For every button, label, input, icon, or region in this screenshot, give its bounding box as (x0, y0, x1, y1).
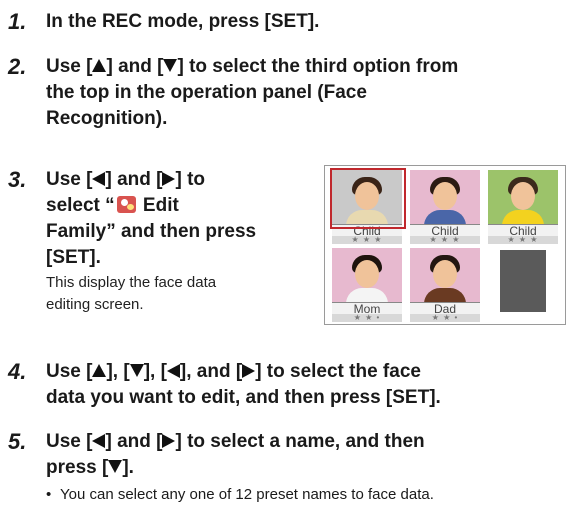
step-text: In the REC mode, press [SET]. (46, 11, 320, 32)
step-line: Recognition). (46, 108, 168, 129)
step-number: 4. (8, 359, 27, 384)
step-line: Use [] and [] to select the third option… (46, 56, 459, 77)
bullet-icon: • (46, 486, 52, 503)
step-line: press []. (46, 455, 425, 481)
priority-stars: ★ ★ • (410, 314, 480, 322)
step-number: 3. (8, 167, 27, 192)
step-line: the top in the operation panel (Face (46, 82, 367, 103)
step-text: Use [ ], [ ], [ ], and [ ] to select the fac… (46, 359, 441, 411)
text-fragment: ], and [ (179, 361, 243, 382)
left-arrow-icon (92, 171, 106, 186)
face-photo (410, 248, 480, 302)
text-fragment: Use [ (46, 361, 93, 382)
bullet-list: • You can select any one of 12 preset nam… (46, 485, 434, 505)
down-arrow-icon (163, 59, 178, 73)
face-data-edit-screen: Child ★ ★ ★ Child ★ ★ ★ Child ★ ★ ★ Mom ★ ★ • Da… (324, 165, 566, 325)
right-arrow-icon (162, 433, 176, 448)
text-fragment: ] to select a name, and then (175, 431, 425, 452)
down-arrow-icon (108, 460, 123, 474)
step-line: data you want to edit, and then press [S… (46, 387, 441, 408)
face-data-tile[interactable]: Dad ★ ★ • (407, 246, 483, 322)
priority-stars: ★ ★ • (332, 314, 402, 322)
priority-stars: ★ ★ ★ (410, 236, 480, 244)
step-line: Use [ ], [ ], [ ], and [ ] to select the fac… (46, 359, 441, 385)
step-line: Use [ ] and [ ] to select a name, and then (46, 429, 425, 455)
text-fragment: ] to (175, 169, 206, 190)
up-arrow-icon (92, 364, 107, 378)
left-arrow-icon (92, 433, 106, 448)
face-data-tile[interactable]: Child ★ ★ ★ (407, 168, 483, 244)
text-fragment: Use [ (46, 169, 93, 190)
note-line: This display the face data (46, 274, 217, 291)
priority-stars: ★ ★ ★ (488, 236, 558, 244)
text-fragment: ], [ (143, 361, 167, 382)
face-photo (488, 170, 558, 224)
note-line: editing screen. (46, 296, 144, 313)
text-fragment: ]. (122, 457, 134, 478)
right-arrow-icon (242, 363, 256, 378)
step-number: 5. (8, 429, 27, 454)
text-fragment: select “ (46, 195, 115, 216)
bullet-text: You can select any one of 12 preset name… (60, 486, 434, 503)
text-fragment: Use [ (46, 431, 93, 452)
step-line: [SET]. (46, 247, 101, 268)
selection-cursor (330, 168, 406, 229)
step-text: Use [] and [] to select the third option… (46, 54, 458, 132)
face-photo (410, 170, 480, 224)
text-fragment: ] and [ (105, 169, 163, 190)
text-fragment: ] and [ (105, 431, 163, 452)
face-slot-empty[interactable] (485, 246, 561, 318)
step-line: Family” and then press (46, 221, 257, 242)
step-text: Use [ ] and [ ] to select a name, and then… (46, 429, 425, 481)
edit-family-icon (116, 196, 136, 213)
step-note: This display the face data editing scree… (46, 272, 216, 316)
face-data-tile[interactable]: Child ★ ★ ★ (329, 168, 406, 244)
face-data-tile[interactable]: Mom ★ ★ • (329, 246, 405, 322)
text-fragment: ], [ (106, 361, 130, 382)
empty-slot (500, 250, 546, 312)
left-arrow-icon (166, 363, 180, 378)
step-line: Use [ ] and [ ] to (46, 167, 256, 193)
face-data-tile[interactable]: Child ★ ★ ★ (485, 168, 561, 244)
step-number: 1. (8, 9, 27, 34)
text-fragment: Edit (137, 195, 179, 216)
text-fragment: press [ (46, 457, 109, 478)
step-text: Use [ ] and [ ] to select “ Edit Family” a… (46, 167, 256, 271)
up-arrow-icon (92, 59, 107, 73)
face-photo (332, 248, 402, 302)
step-line: select “ Edit (46, 193, 256, 219)
down-arrow-icon (129, 364, 144, 378)
text-fragment: ] to select the face (255, 361, 421, 382)
right-arrow-icon (162, 171, 176, 186)
priority-stars: ★ ★ ★ (332, 236, 402, 244)
step-number: 2. (8, 54, 27, 79)
